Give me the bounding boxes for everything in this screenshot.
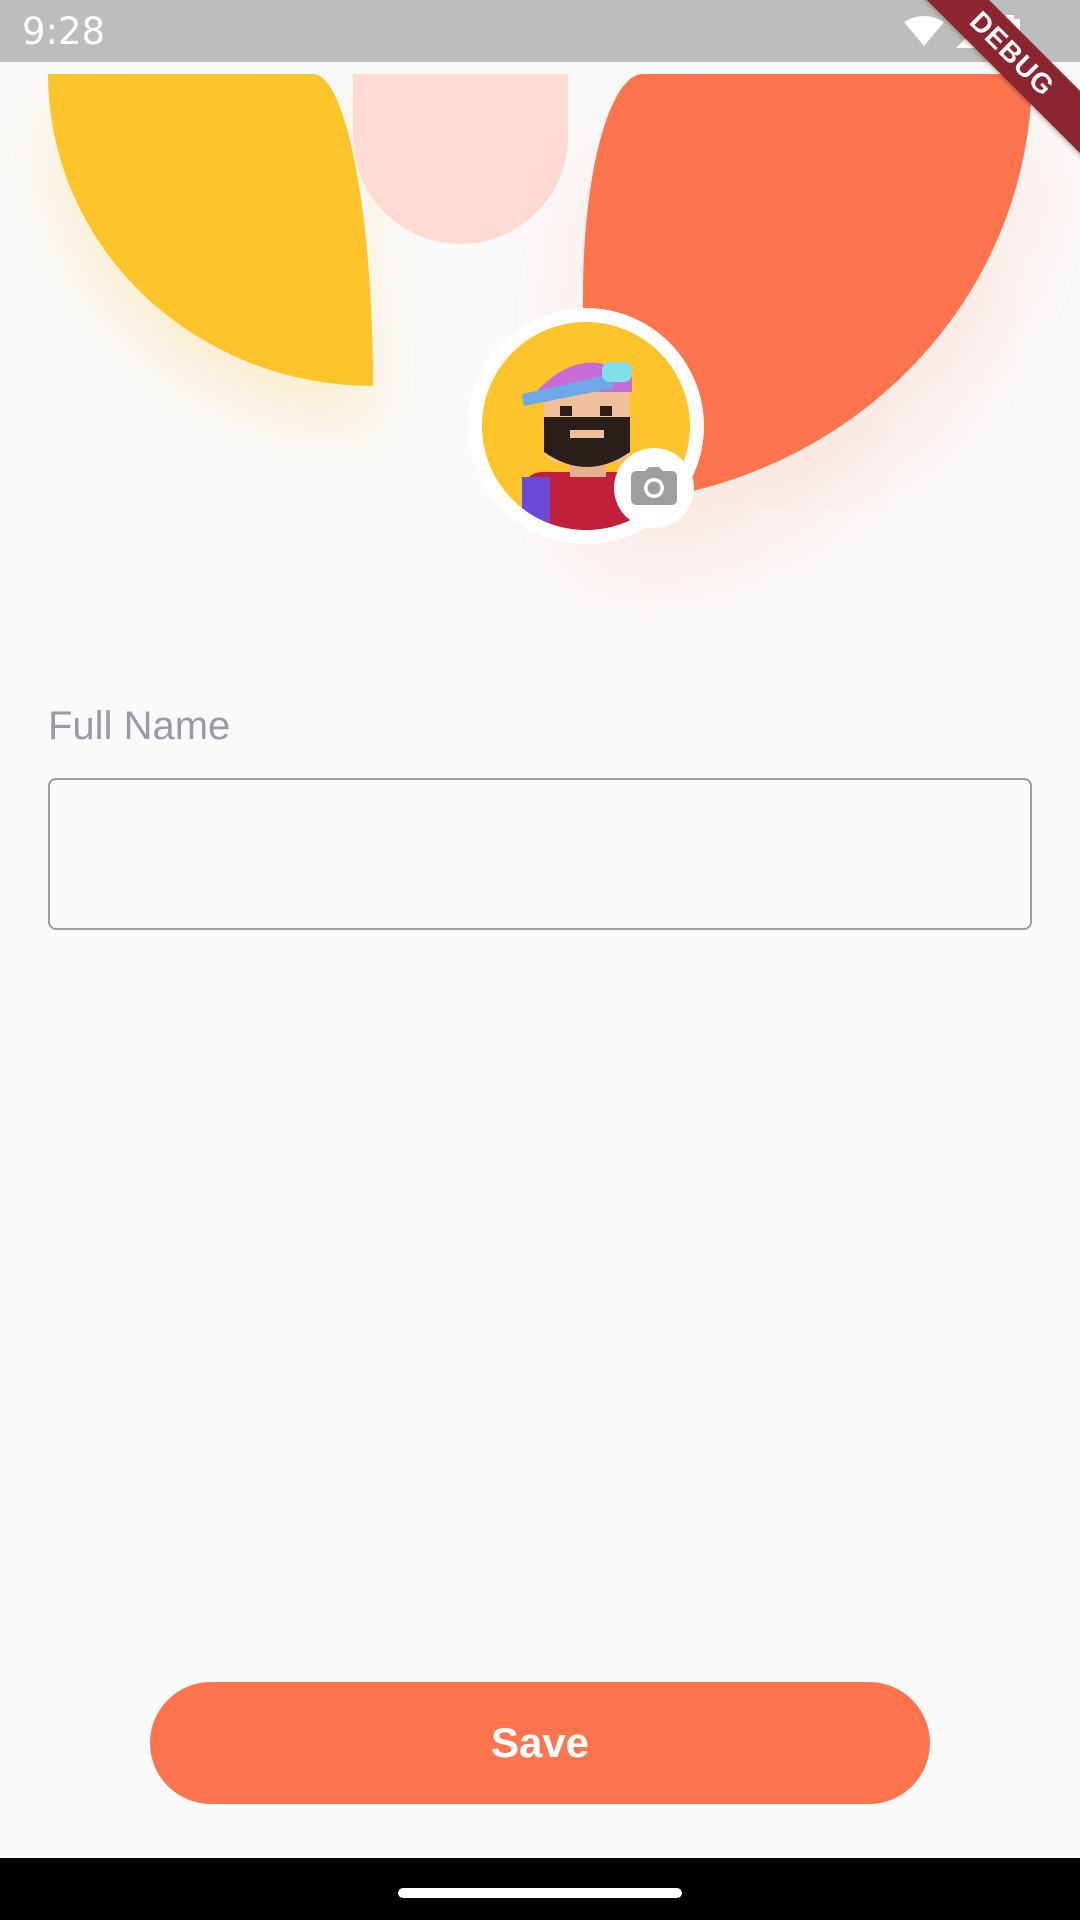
status-time: 9:28 xyxy=(22,10,106,53)
navigation-bar xyxy=(0,1858,1080,1920)
wifi-icon xyxy=(904,16,944,48)
home-indicator[interactable] xyxy=(398,1888,682,1898)
header-art xyxy=(48,74,1032,674)
full-name-label: Full Name xyxy=(48,704,231,748)
camera-icon xyxy=(631,466,677,510)
save-button[interactable]: Save xyxy=(150,1682,930,1804)
profile-avatar[interactable] xyxy=(468,308,704,544)
camera-button[interactable] xyxy=(614,448,694,528)
status-bar: 9:28 xyxy=(0,0,1080,62)
full-name-input[interactable] xyxy=(48,778,1032,930)
yellow-shape xyxy=(48,74,373,386)
pink-shape xyxy=(353,74,568,244)
